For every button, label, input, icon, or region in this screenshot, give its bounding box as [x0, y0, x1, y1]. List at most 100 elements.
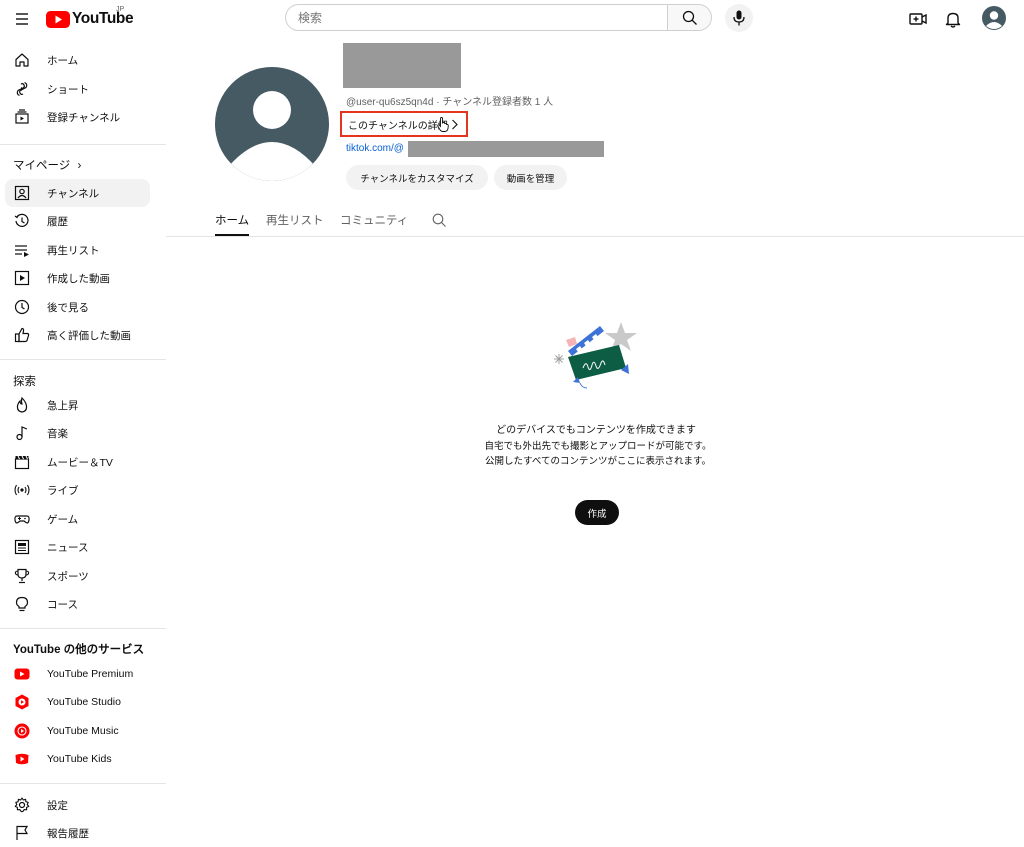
sidebar-item-settings[interactable]: 設定: [5, 791, 150, 819]
more-services-header: YouTube の他のサービス: [13, 644, 145, 656]
chevron-right-icon: [452, 119, 458, 130]
sidebar: ホーム ショート 登録チャンネル マイページ › チャンネル 履歴 再生リスト …: [0, 40, 166, 840]
sidebar-item-label: 登録チャンネル: [47, 111, 121, 124]
chevron-right-icon: ›: [77, 160, 82, 172]
tab-home[interactable]: ホーム: [215, 212, 249, 228]
sidebar-item-live[interactable]: ライブ: [5, 476, 150, 504]
sidebar-item-youtube-music[interactable]: YouTube Music: [5, 717, 150, 745]
sidebar-item-home[interactable]: ホーム: [5, 46, 150, 74]
tab-community[interactable]: コミュニティ: [340, 212, 408, 228]
channel-handle-and-subscribers: @user-qu6sz5qn4d · チャンネル登録者数 1 人: [346, 97, 554, 108]
channel-link-redacted: [408, 141, 604, 157]
report-history-icon: [16, 825, 29, 840]
sidebar-item-label: 音楽: [47, 427, 68, 440]
sidebar-divider: [0, 628, 166, 629]
sidebar-item-history[interactable]: 履歴: [5, 207, 150, 235]
sidebar-item-shorts[interactable]: ショート: [5, 75, 150, 103]
sidebar-item-label: YouTube Kids: [47, 753, 112, 765]
sidebar-item-courses[interactable]: コース: [5, 590, 150, 618]
sidebar-item-label: 作成した動画: [47, 272, 110, 285]
sidebar-item-label: 急上昇: [47, 399, 79, 412]
sidebar-item-label: チャンネル: [47, 187, 100, 200]
menu-icon[interactable]: [10, 8, 34, 30]
default-avatar-icon: [228, 91, 316, 181]
search-button[interactable]: [667, 4, 712, 31]
watch-later-icon: [14, 299, 30, 315]
channel-link-text: tiktok.com/@: [346, 143, 404, 154]
courses-icon: [15, 596, 29, 612]
shorts-icon: [16, 81, 28, 97]
account-avatar-icon[interactable]: [982, 6, 1006, 30]
sidebar-item-label: ホーム: [47, 54, 79, 67]
your-videos-icon: [14, 270, 30, 286]
sidebar-item-playlists[interactable]: 再生リスト: [5, 236, 150, 264]
sidebar-item-news[interactable]: ニュース: [5, 533, 150, 561]
sidebar-item-label: YouTube Premium: [47, 668, 134, 680]
channel-avatar[interactable]: [215, 67, 329, 181]
gaming-icon: [14, 515, 30, 524]
home-icon: [15, 53, 29, 67]
youtube-play-icon: [46, 10, 70, 28]
sidebar-item-trending[interactable]: 急上昇: [5, 391, 150, 419]
sidebar-item-label: YouTube Studio: [47, 696, 121, 708]
search-input[interactable]: [285, 4, 668, 31]
youtube-premium-icon: [14, 668, 30, 680]
empty-state-title: どのデバイスでもコンテンツを作成できます: [496, 425, 696, 436]
sports-icon: [14, 568, 30, 584]
sidebar-item-report-history[interactable]: 報告履歴: [5, 819, 150, 847]
sidebar-item-label: ニュース: [47, 541, 89, 554]
channel-name-redacted: [343, 43, 461, 88]
sidebar-item-youtube-kids[interactable]: YouTube Kids: [5, 745, 150, 773]
sidebar-item-sports[interactable]: スポーツ: [5, 562, 150, 590]
youtube-studio-icon: [15, 694, 29, 710]
sidebar-item-youtube-studio[interactable]: YouTube Studio: [5, 688, 150, 716]
sidebar-divider: [0, 783, 166, 784]
empty-state-description: 自宅でも外出先でも撮影とアップロードが可能です。公開したすべてのコンテンツがここ…: [484, 441, 712, 467]
sidebar-item-music[interactable]: 音楽: [5, 419, 150, 447]
voice-search-button[interactable]: [725, 4, 753, 32]
channel-icon: [14, 185, 30, 201]
sidebar-item-youtube-premium[interactable]: YouTube Premium: [5, 660, 150, 688]
sidebar-item-label: 再生リスト: [47, 244, 100, 257]
sidebar-item-your-videos[interactable]: 作成した動画: [5, 264, 150, 292]
channel-details-text: このチャンネルの詳細: [348, 120, 448, 132]
sidebar-item-label: 報告履歴: [47, 827, 89, 840]
playlist-icon: [15, 245, 29, 257]
my-page-header[interactable]: マイページ ›: [13, 157, 81, 173]
channel-search-icon[interactable]: [432, 213, 446, 227]
sidebar-item-label: YouTube Music: [47, 725, 119, 737]
sidebar-item-label: 後で見る: [47, 301, 89, 314]
search-box: [285, 4, 712, 33]
create-icon[interactable]: [907, 8, 929, 30]
sidebar-item-watch-later[interactable]: 後で見る: [5, 293, 150, 321]
channel-link[interactable]: tiktok.com/@: [346, 141, 604, 157]
sidebar-divider: [0, 359, 166, 360]
region-code: JP: [116, 6, 125, 13]
hand-cursor-icon: [437, 117, 449, 132]
customize-channel-button[interactable]: チャンネルをカスタマイズ: [346, 165, 488, 190]
create-content-illustration: [554, 322, 637, 389]
create-button[interactable]: 作成: [575, 500, 619, 525]
music-icon: [16, 426, 28, 441]
sidebar-item-gaming[interactable]: ゲーム: [5, 505, 150, 533]
sidebar-item-channel[interactable]: チャンネル: [5, 179, 150, 207]
section-title-text: マイページ: [13, 160, 71, 172]
sidebar-item-movies[interactable]: ムービー＆TV: [5, 448, 150, 476]
live-icon: [14, 484, 30, 496]
masthead: YouTube JP: [0, 0, 1024, 38]
movies-icon: [14, 455, 30, 470]
notifications-icon[interactable]: [942, 8, 964, 30]
sidebar-item-liked[interactable]: 高く評価した動画: [5, 321, 150, 349]
search-icon: [682, 10, 697, 25]
sidebar-divider: [0, 144, 166, 145]
settings-icon: [14, 797, 30, 813]
tabs-divider: [166, 236, 1024, 237]
sidebar-item-label: ショート: [47, 83, 89, 96]
tab-playlists[interactable]: 再生リスト: [266, 212, 324, 228]
manage-videos-button[interactable]: 動画を管理: [494, 165, 567, 190]
youtube-logo[interactable]: YouTube JP: [46, 6, 134, 29]
sidebar-item-subscriptions[interactable]: 登録チャンネル: [5, 103, 150, 131]
sidebar-item-label: スポーツ: [47, 570, 89, 583]
sidebar-item-label: ライブ: [47, 484, 79, 497]
sidebar-item-label: 高く評価した動画: [47, 329, 131, 342]
